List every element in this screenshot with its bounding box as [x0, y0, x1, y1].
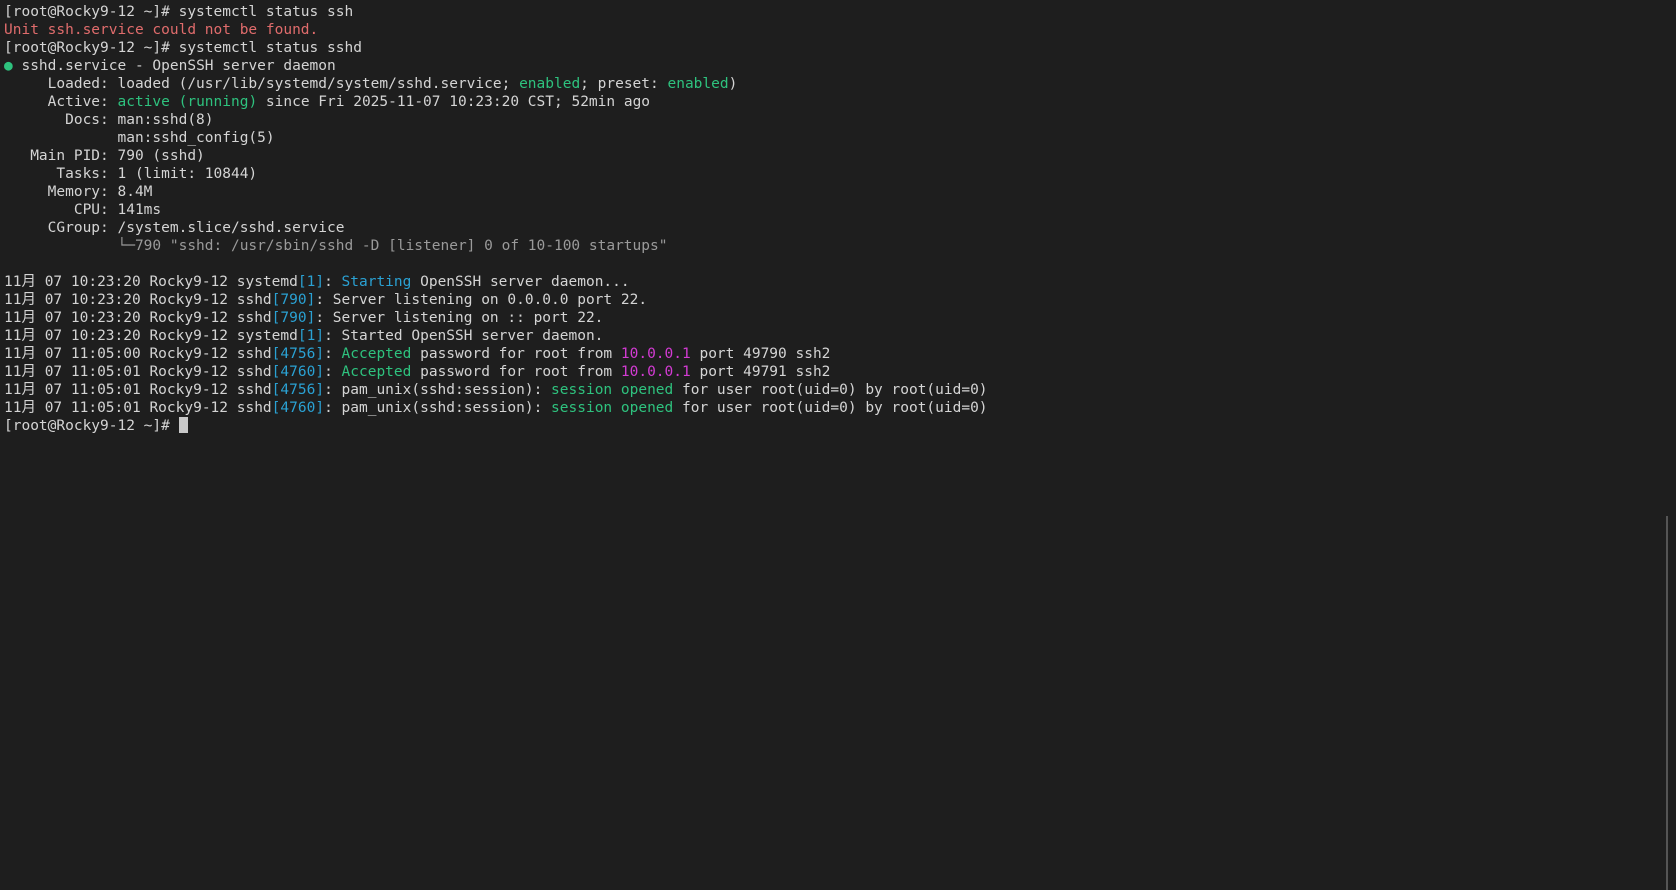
terminal-line: 11月 07 11:05:01 Rocky9-12 sshd[4760]: pa… — [4, 399, 1676, 417]
terminal-text-segment: since Fri 2025-11-07 10:23:20 CST; 52min… — [257, 94, 651, 110]
terminal-window[interactable]: [root@Rocky9-12 ~]# systemctl status ssh… — [0, 0, 1676, 890]
terminal-line: └─790 "sshd: /usr/sbin/sshd -D [listener… — [4, 237, 1676, 255]
terminal-line: ● sshd.service - OpenSSH server daemon — [4, 57, 1676, 75]
terminal-line: 11月 07 10:23:20 Rocky9-12 systemd[1]: St… — [4, 327, 1676, 345]
terminal-text-segment: Unit ssh.service could not be found. — [4, 22, 319, 38]
terminal-text-segment: : pam_unix(sshd:session): — [324, 382, 552, 398]
terminal-text-segment: [790] — [271, 292, 316, 308]
terminal-text-segment: for user root(uid=0) by root(uid=0) — [673, 382, 988, 398]
terminal-line: Memory: 8.4M — [4, 183, 1676, 201]
terminal-text-segment: Accepted — [341, 346, 412, 362]
scrollbar-thumb[interactable] — [1666, 516, 1668, 890]
terminal-line: 11月 07 11:05:01 Rocky9-12 sshd[4756]: pa… — [4, 381, 1676, 399]
terminal-text-segment: 11月 07 11:05:01 Rocky9-12 sshd — [4, 364, 272, 380]
terminal-text-segment: 11月 07 10:23:20 Rocky9-12 systemd — [4, 328, 298, 344]
terminal-line: [root@Rocky9-12 ~]# systemctl status ssh — [4, 3, 1676, 21]
terminal-line: 11月 07 10:23:20 Rocky9-12 systemd[1]: St… — [4, 273, 1676, 291]
terminal-text-segment: password for root from — [411, 364, 621, 380]
terminal-line: man:sshd_config(5) — [4, 129, 1676, 147]
terminal-text-segment: [root@Rocky9-12 ~]# systemctl status ssh — [4, 4, 354, 20]
terminal-text-segment: [4760] — [271, 364, 325, 380]
terminal-text-segment: Active: — [4, 94, 118, 110]
terminal-text-segment: └─790 "sshd: /usr/sbin/sshd -D [listener… — [4, 238, 668, 254]
terminal-text-segment: [4756] — [271, 346, 325, 362]
terminal-text-segment: active (running) — [117, 94, 258, 110]
terminal-text-segment: [790] — [271, 310, 316, 326]
terminal-text-segment: ● — [4, 58, 22, 74]
terminal-line: CGroup: /system.slice/sshd.service — [4, 219, 1676, 237]
terminal-text-segment: [root@Rocky9-12 ~]# systemctl status ssh… — [4, 40, 362, 56]
shell-prompt: [root@Rocky9-12 ~]# — [4, 418, 179, 434]
terminal-line: 11月 07 11:05:00 Rocky9-12 sshd[4756]: Ac… — [4, 345, 1676, 363]
terminal-text-segment: port 49790 ssh2 — [690, 346, 831, 362]
terminal-text-segment: : pam_unix(sshd:session): — [324, 400, 552, 416]
terminal-line: Docs: man:sshd(8) — [4, 111, 1676, 129]
terminal-text-segment: 11月 07 11:05:00 Rocky9-12 sshd — [4, 346, 272, 362]
terminal-line: Main PID: 790 (sshd) — [4, 147, 1676, 165]
terminal-text-segment: man:sshd_config(5) — [4, 130, 275, 146]
terminal-text-segment: OpenSSH server daemon... — [411, 274, 630, 290]
terminal-line: Active: active (running) since Fri 2025-… — [4, 93, 1676, 111]
terminal-text-segment: 11月 07 10:23:20 Rocky9-12 sshd — [4, 310, 272, 326]
terminal-line: Unit ssh.service could not be found. — [4, 21, 1676, 39]
terminal-line: Loaded: loaded (/usr/lib/systemd/system/… — [4, 75, 1676, 93]
terminal-text-segment: 11月 07 10:23:20 Rocky9-12 systemd — [4, 274, 298, 290]
terminal-line: 11月 07 10:23:20 Rocky9-12 sshd[790]: Ser… — [4, 291, 1676, 309]
terminal-text-segment: 11月 07 11:05:01 Rocky9-12 sshd — [4, 400, 272, 416]
terminal-text-segment: 11月 07 11:05:01 Rocky9-12 sshd — [4, 382, 272, 398]
terminal-output: [root@Rocky9-12 ~]# systemctl status ssh… — [4, 3, 1676, 417]
terminal-text-segment: Memory: 8.4M — [4, 184, 153, 200]
terminal-line: 11月 07 11:05:01 Rocky9-12 sshd[4760]: Ac… — [4, 363, 1676, 381]
terminal-line: 11月 07 10:23:20 Rocky9-12 sshd[790]: Ser… — [4, 309, 1676, 327]
terminal-text-segment: : — [324, 274, 342, 290]
terminal-line: CPU: 141ms — [4, 201, 1676, 219]
terminal-text-segment: [1] — [297, 328, 325, 344]
terminal-text-segment: : Server listening on :: port 22. — [315, 310, 604, 326]
terminal-text-segment: sshd.service - OpenSSH server daemon — [21, 58, 336, 74]
terminal-text-segment: for user root(uid=0) by root(uid=0) — [673, 400, 988, 416]
terminal-text-segment: 11月 07 10:23:20 Rocky9-12 sshd — [4, 292, 272, 308]
terminal-text-segment: port 49791 ssh2 — [690, 364, 831, 380]
terminal-text-segment: 10.0.0.1 — [620, 364, 691, 380]
terminal-text-segment: Tasks: 1 (limit: 10844) — [4, 166, 258, 182]
terminal-text-segment: session opened — [551, 382, 674, 398]
text-cursor — [178, 417, 188, 433]
terminal-text-segment: [1] — [297, 274, 325, 290]
terminal-text-segment: ) — [728, 76, 738, 92]
terminal-text-segment: 10.0.0.1 — [620, 346, 691, 362]
terminal-text-segment: Starting — [341, 274, 412, 290]
terminal-text-segment: : — [324, 346, 342, 362]
terminal-text-segment: password for root from — [411, 346, 621, 362]
terminal-text-segment: : — [324, 364, 342, 380]
prompt-line[interactable]: [root@Rocky9-12 ~]# — [4, 417, 1676, 435]
terminal-text-segment: ; preset: — [580, 76, 668, 92]
terminal-text-segment: Docs: man:sshd(8) — [4, 112, 214, 128]
terminal-text-segment: enabled — [519, 76, 581, 92]
terminal-text-segment: Main PID: 790 (sshd) — [4, 148, 205, 164]
terminal-text-segment: Loaded: loaded (/usr/lib/systemd/system/… — [4, 76, 520, 92]
terminal-text-segment: : Server listening on 0.0.0.0 port 22. — [315, 292, 648, 308]
terminal-text-segment: CGroup: /system.slice/sshd.service — [4, 220, 345, 236]
terminal-text-segment: [4760] — [271, 400, 325, 416]
terminal-text-segment: CPU: 141ms — [4, 202, 162, 218]
terminal-line: [root@Rocky9-12 ~]# systemctl status ssh… — [4, 39, 1676, 57]
terminal-text-segment: [4756] — [271, 382, 325, 398]
terminal-text-segment: enabled — [667, 76, 729, 92]
terminal-text-segment: session opened — [551, 400, 674, 416]
terminal-text-segment: Accepted — [341, 364, 412, 380]
terminal-line: Tasks: 1 (limit: 10844) — [4, 165, 1676, 183]
terminal-text-segment: : Started OpenSSH server daemon. — [324, 328, 604, 344]
